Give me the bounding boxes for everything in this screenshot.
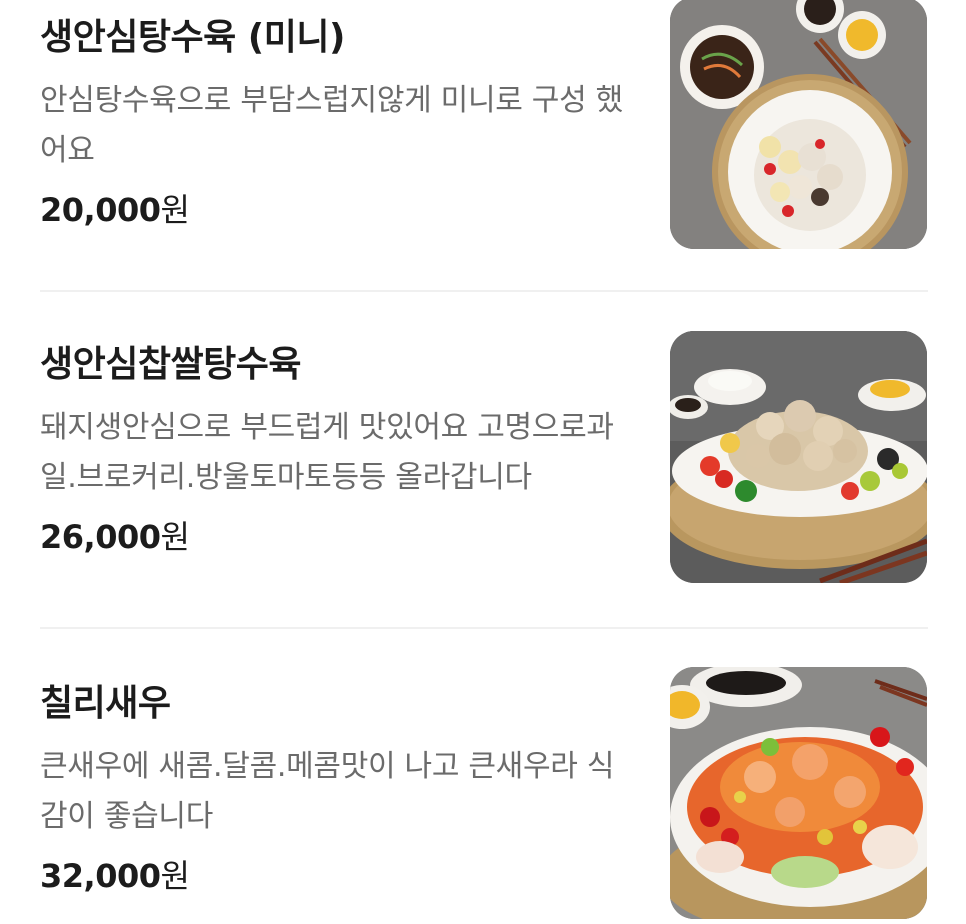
menu-item-price: 20,000원	[40, 188, 640, 232]
menu-item-text: 생안심탕수육 (미니) 안심탕수육으로 부담스럽지않게 미니로 구성 했어요 2…	[40, 14, 640, 232]
menu-item-name: 생안심찹쌀탕수육	[40, 344, 301, 385]
menu-item[interactable]: 칠리새우 큰새우에 새콤.달콤.메콤맛이 나고 큰새우라 식감이 좋습니다 32…	[40, 628, 928, 924]
menu-item[interactable]: 생안심탕수육 (미니) 안심탕수육으로 부담스럽지않게 미니로 구성 했어요 2…	[40, 0, 928, 290]
menu-item[interactable]: 생안심찹쌀탕수육 돼지생안심으로 부드럽게 맛있어요 고명으로과일.브로커리.방…	[40, 291, 928, 627]
menu-item-name: 칠리새우	[40, 683, 171, 724]
food-photo-icon	[670, 0, 927, 249]
food-photo-icon	[670, 667, 927, 919]
menu-item-photo[interactable]	[670, 0, 927, 249]
price-currency: 원	[160, 191, 190, 229]
menu-item-description: 큰새우에 새콤.달콤.메콤맛이 나고 큰새우라 식감이 좋습니다	[40, 749, 615, 834]
menu-item-description: 안심탕수육으로 부담스럽지않게 미니로 구성 했어요	[40, 83, 623, 168]
menu-item-text: 칠리새우 큰새우에 새콤.달콤.메콤맛이 나고 큰새우라 식감이 좋습니다 32…	[40, 680, 640, 898]
price-value: 20,000	[40, 191, 161, 229]
price-value: 32,000	[40, 857, 161, 895]
price-currency: 원	[160, 857, 190, 895]
price-value: 26,000	[40, 518, 161, 556]
food-photo-icon	[670, 331, 927, 583]
menu-item-price: 32,000원	[40, 854, 640, 898]
menu-item-name: 생안심탕수육 (미니)	[40, 17, 345, 58]
menu-item-text: 생안심찹쌀탕수육 돼지생안심으로 부드럽게 맛있어요 고명으로과일.브로커리.방…	[40, 341, 640, 559]
menu-list: 생안심탕수육 (미니) 안심탕수육으로 부담스럽지않게 미니로 구성 했어요 2…	[0, 0, 966, 924]
menu-item-description: 돼지생안심으로 부드럽게 맛있어요 고명으로과일.브로커리.방울토마토등등 올라…	[40, 410, 614, 495]
price-currency: 원	[160, 518, 190, 556]
menu-item-photo[interactable]	[670, 667, 927, 919]
menu-item-price: 26,000원	[40, 515, 640, 559]
menu-item-photo[interactable]	[670, 331, 927, 583]
